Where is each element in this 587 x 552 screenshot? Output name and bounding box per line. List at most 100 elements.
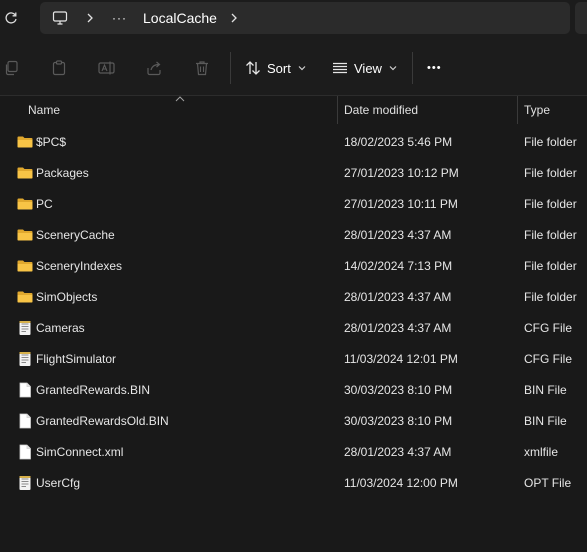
file-icon <box>17 413 33 429</box>
folder-icon <box>17 165 33 181</box>
file-date-modified: 28/01/2023 4:37 AM <box>344 320 452 335</box>
file-type: BIN File <box>524 382 567 397</box>
file-type: File folder <box>524 289 577 304</box>
file-type: CFG File <box>524 351 572 366</box>
file-date-modified: 28/01/2023 4:37 AM <box>344 289 452 304</box>
file-row[interactable]: FlightSimulator 11/03/2024 12:01 PM CFG Fi… <box>0 343 587 374</box>
column-header-row: Name Date modified Type <box>0 96 587 124</box>
file-name: SceneryIndexes <box>36 258 123 273</box>
file-type: File folder <box>524 258 577 273</box>
file-date-modified: 28/01/2023 4:37 AM <box>344 444 452 459</box>
command-bar: Sort View ••• <box>0 40 587 96</box>
file-date-modified: 27/01/2023 10:12 PM <box>344 165 459 180</box>
chevron-right-icon <box>86 2 94 34</box>
sort-button[interactable]: Sort <box>245 54 307 82</box>
paste-icon <box>52 60 66 76</box>
paste-button[interactable] <box>51 54 67 82</box>
file-row[interactable]: SimConnect.xml 28/01/2023 4:37 AM xmlfile <box>0 436 587 467</box>
folder-icon <box>17 289 33 305</box>
file-row[interactable]: UserCfg 11/03/2024 12:00 PM OPT File <box>0 467 587 498</box>
file-name: FlightSimulator <box>36 351 117 366</box>
crumb-label: LocalCache <box>143 10 217 26</box>
view-list-icon <box>333 62 347 74</box>
file-type: File folder <box>524 196 577 211</box>
file-name: $PC$ <box>36 134 67 149</box>
file-name: SimObjects <box>36 289 98 304</box>
share-button[interactable] <box>146 54 162 82</box>
see-more-button[interactable]: ••• <box>427 54 442 82</box>
column-header-date[interactable]: Date modified <box>338 96 517 124</box>
breadcrumb[interactable]: ··· LocalCache <box>40 2 570 34</box>
file-date-modified: 27/01/2023 10:11 PM <box>344 196 458 211</box>
config-file-icon <box>17 320 33 336</box>
file-icon <box>17 444 33 460</box>
file-name: GrantedRewards.BIN <box>36 382 151 397</box>
crumb-this-pc[interactable] <box>52 2 68 34</box>
search-box-edge[interactable] <box>575 2 587 34</box>
file-row[interactable]: SceneryIndexes 14/02/2024 7:13 PM File fol… <box>0 250 587 281</box>
monitor-icon <box>52 11 68 25</box>
column-header-label: Date modified <box>344 103 419 117</box>
file-type: File folder <box>524 134 577 149</box>
column-header-type[interactable]: Type <box>518 96 587 124</box>
file-type: File folder <box>524 227 577 242</box>
share-icon <box>147 61 161 76</box>
file-row[interactable]: GrantedRewardsOld.BIN 30/03/2023 8:10 PM B… <box>0 405 587 436</box>
file-name: Cameras <box>36 320 85 335</box>
file-date-modified: 14/02/2024 7:13 PM <box>344 258 453 273</box>
refresh-icon <box>5 12 17 24</box>
chevron-down-icon <box>298 66 306 71</box>
folder-icon <box>17 196 33 212</box>
file-name: SimConnect.xml <box>36 444 124 459</box>
file-name: PC <box>36 196 53 211</box>
file-name: SceneryCache <box>36 227 115 242</box>
copy-icon <box>5 60 18 76</box>
crumb-localcache[interactable]: LocalCache <box>143 2 217 34</box>
file-date-modified: 11/03/2024 12:00 PM <box>344 475 458 490</box>
chevron-down-icon <box>389 66 397 71</box>
file-row[interactable]: $PC$ 18/02/2023 5:46 PM File folder <box>0 126 587 157</box>
crumb-overflow[interactable]: ··· <box>112 2 127 34</box>
refresh-button[interactable] <box>0 6 22 30</box>
file-type: File folder <box>524 165 577 180</box>
delete-button[interactable] <box>194 54 210 82</box>
toolbar-divider <box>412 52 413 84</box>
folder-icon <box>17 134 33 150</box>
sort-icon <box>246 61 260 75</box>
column-header-label: Name <box>28 103 61 117</box>
file-type: CFG File <box>524 320 572 335</box>
file-date-modified: 18/02/2023 5:46 PM <box>344 134 453 149</box>
ellipsis-icon: ··· <box>112 11 127 25</box>
chevron-right-icon <box>230 2 238 34</box>
file-date-modified: 28/01/2023 4:37 AM <box>344 227 452 242</box>
file-date-modified: 11/03/2024 12:01 PM <box>344 351 458 366</box>
file-row[interactable]: SceneryCache 28/01/2023 4:37 AM File folde… <box>0 219 587 250</box>
file-name: GrantedRewardsOld.BIN <box>36 413 169 428</box>
file-row[interactable]: SimObjects 28/01/2023 4:37 AM File folder <box>0 281 587 312</box>
file-row[interactable]: GrantedRewards.BIN 30/03/2023 8:10 PM BIN … <box>0 374 587 405</box>
file-type: BIN File <box>524 413 567 428</box>
file-date-modified: 30/03/2023 8:10 PM <box>344 382 453 397</box>
file-row[interactable]: PC 27/01/2023 10:11 PM File folder <box>0 188 587 219</box>
file-type: xmlfile <box>524 444 559 459</box>
config-file-icon <box>17 351 33 367</box>
view-button[interactable]: View <box>332 54 398 82</box>
column-header-name[interactable]: Name <box>0 96 337 124</box>
file-row[interactable]: Cameras 28/01/2023 4:37 AM CFG File <box>0 312 587 343</box>
file-name: UserCfg <box>36 475 81 490</box>
copy-button[interactable] <box>4 54 20 82</box>
folder-icon <box>17 227 33 243</box>
file-type: OPT File <box>524 475 572 490</box>
folder-icon <box>17 258 33 274</box>
column-header-label: Type <box>524 103 551 117</box>
file-name: Packages <box>36 165 89 180</box>
file-date-modified: 30/03/2023 8:10 PM <box>344 413 453 428</box>
address-bar: ··· LocalCache <box>0 0 587 40</box>
file-row[interactable]: Packages 27/01/2023 10:12 PM File folder <box>0 157 587 188</box>
more-icon: ••• <box>427 62 442 74</box>
sort-ascending-icon <box>175 96 185 102</box>
file-icon <box>17 382 33 398</box>
rename-button[interactable] <box>98 54 116 82</box>
view-label: View <box>354 60 382 76</box>
trash-icon <box>196 61 208 76</box>
